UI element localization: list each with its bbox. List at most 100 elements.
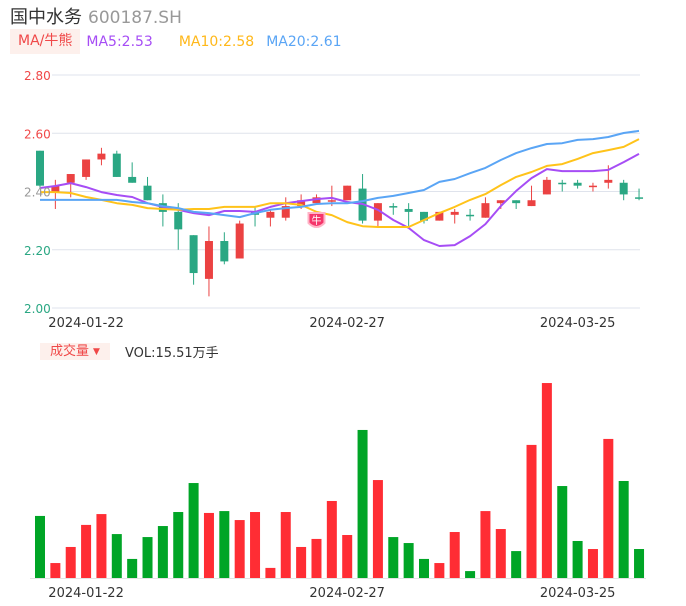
candle xyxy=(573,179,582,189)
candle-body xyxy=(66,174,75,183)
candle-body xyxy=(558,182,567,185)
candle-body xyxy=(343,185,352,201)
candle-body xyxy=(174,211,183,230)
volume-bar xyxy=(419,558,429,578)
candle-body xyxy=(573,182,582,186)
volume-bar xyxy=(250,512,261,578)
volume-bar xyxy=(449,532,460,578)
volume-bar xyxy=(541,383,552,578)
candle-body xyxy=(466,214,475,217)
candle xyxy=(51,179,60,209)
volume-bar xyxy=(572,540,583,578)
candle xyxy=(97,147,106,166)
x-axis-label: 2024-01-22 xyxy=(48,586,124,601)
candle-body xyxy=(527,200,536,207)
candle-body xyxy=(204,241,213,279)
y-axis-label: 2.20 xyxy=(24,244,51,258)
candle xyxy=(558,179,567,192)
volume-bar xyxy=(311,538,322,578)
volume-bar xyxy=(388,537,399,578)
candle xyxy=(450,208,459,224)
volume-bar xyxy=(326,500,337,578)
candle xyxy=(128,162,137,183)
x-axis-label: 2024-02-27 xyxy=(309,316,385,331)
candle-body xyxy=(512,200,521,204)
x-axis-label: 2024-01-22 xyxy=(48,316,124,331)
volume-bar xyxy=(618,480,629,578)
candle xyxy=(204,226,213,297)
volume-bar xyxy=(173,512,184,578)
volume-bar xyxy=(142,537,153,578)
candle xyxy=(512,200,521,209)
candle-body xyxy=(189,235,198,274)
volume-bar xyxy=(465,571,476,578)
candle-body xyxy=(604,179,613,183)
candle xyxy=(112,150,121,177)
candle xyxy=(373,203,382,227)
y-axis-label: 2.00 xyxy=(24,302,51,316)
kline-chart[interactable]: 2.802.602.402.202.002024-01-22 2024-02-27… xyxy=(0,0,686,606)
volume-bar xyxy=(403,543,414,578)
candle-body xyxy=(404,208,413,212)
volume-bar xyxy=(35,515,45,578)
candle xyxy=(481,197,490,218)
candle xyxy=(389,203,398,215)
candle-body xyxy=(97,153,106,160)
y-axis-label: 2.80 xyxy=(24,69,51,83)
volume-bar xyxy=(157,526,168,578)
marker-label: 牛 xyxy=(311,214,321,227)
volume-bar xyxy=(342,535,353,578)
candle-body xyxy=(266,211,275,218)
candle xyxy=(588,182,597,192)
candle-body xyxy=(588,185,597,188)
volume-bar xyxy=(81,524,92,578)
volume-bar xyxy=(526,444,537,578)
candle xyxy=(82,159,91,180)
x-axis-label: 2024-03-25 xyxy=(540,586,616,601)
candle xyxy=(358,174,367,224)
volume-bar xyxy=(557,486,568,578)
x-axis-label: 2024-02-27 xyxy=(309,586,385,601)
volume-bar xyxy=(480,511,491,578)
candle xyxy=(251,206,260,227)
candle-body xyxy=(112,153,121,177)
candle xyxy=(266,208,275,227)
volume-bar xyxy=(372,480,383,578)
volume-bar xyxy=(127,558,138,578)
candle xyxy=(189,235,198,285)
volume-bar xyxy=(296,546,307,578)
volume-bar xyxy=(234,520,245,578)
volume-bar xyxy=(188,483,199,578)
candle-body xyxy=(143,185,152,201)
volume-bar xyxy=(219,511,230,578)
candle xyxy=(220,232,229,265)
candle xyxy=(343,185,352,201)
candle xyxy=(527,185,536,207)
candle-body xyxy=(36,150,44,186)
candle-body xyxy=(128,176,137,183)
volume-bar xyxy=(265,567,276,578)
candle-body xyxy=(450,211,459,215)
volume-bar xyxy=(587,549,598,578)
volume-bar xyxy=(203,512,214,578)
volume-bar xyxy=(280,512,291,578)
candle-body xyxy=(389,206,398,208)
candle-body xyxy=(82,159,91,177)
candle xyxy=(619,179,628,201)
candle xyxy=(542,176,551,195)
volume-bar xyxy=(111,534,122,578)
volume-bar xyxy=(603,438,614,578)
candle-body xyxy=(481,203,490,218)
candle xyxy=(158,194,167,227)
candle-body xyxy=(542,179,551,195)
x-axis-label: 2024-03-25 xyxy=(540,316,616,331)
volume-bar xyxy=(511,551,522,578)
candle-body xyxy=(220,241,229,262)
volume-bar xyxy=(634,549,645,578)
candle-body xyxy=(619,182,628,195)
bull-shield-icon: 牛 xyxy=(307,212,326,228)
volume-bar xyxy=(434,563,445,578)
volume-bar xyxy=(495,529,506,578)
candle xyxy=(466,208,475,221)
candle-body xyxy=(327,200,336,202)
